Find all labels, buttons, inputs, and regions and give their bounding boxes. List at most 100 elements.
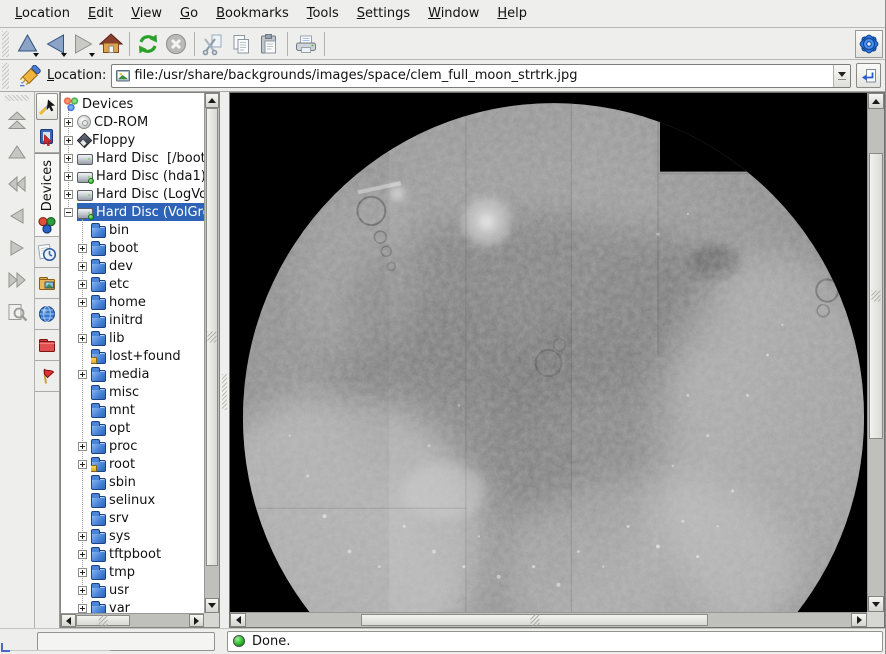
tab-bookmarks[interactable] xyxy=(35,122,59,153)
up-button[interactable] xyxy=(13,30,41,58)
tree-item-body[interactable]: etc xyxy=(91,275,204,293)
back-button[interactable] xyxy=(41,30,69,58)
tree-item-body[interactable]: boot xyxy=(91,239,204,257)
tree-expander[interactable] xyxy=(78,262,87,271)
image-vertical-scrollbar[interactable] xyxy=(867,93,884,612)
up-double-button[interactable] xyxy=(4,107,30,133)
tree-item-body[interactable]: tftpboot xyxy=(91,545,204,563)
toolbar-grip[interactable] xyxy=(2,31,9,57)
tree-expander[interactable] xyxy=(78,604,87,613)
scroll-right-button[interactable] xyxy=(189,614,204,627)
tree-item-body[interactable]: Hard Disc (LogVol0 xyxy=(77,185,204,203)
find-button[interactable] xyxy=(4,299,30,325)
up-nav-button[interactable] xyxy=(4,139,30,165)
tree-expander[interactable] xyxy=(64,190,73,199)
stop-button[interactable] xyxy=(162,30,190,58)
tree-expander[interactable] xyxy=(78,298,87,307)
print-button[interactable] xyxy=(292,30,320,58)
tab-network[interactable] xyxy=(35,299,59,330)
tree-item-hard-disc-logvol0[interactable]: Hard Disc (LogVol0 xyxy=(61,185,204,203)
tree-item-body[interactable]: bin xyxy=(91,221,204,239)
tree-item-body[interactable]: dev xyxy=(91,257,204,275)
tree-expander[interactable] xyxy=(78,370,87,379)
cut-button[interactable] xyxy=(199,30,227,58)
tree-item-body[interactable]: lib xyxy=(91,329,204,347)
tree-item-body[interactable]: media xyxy=(91,365,204,383)
copy-button[interactable] xyxy=(227,30,255,58)
tree-item-body[interactable]: opt xyxy=(91,419,204,437)
tree-expander[interactable] xyxy=(78,532,87,541)
tab-services[interactable] xyxy=(35,361,59,392)
tree-expander[interactable] xyxy=(78,460,87,469)
tree-item-body[interactable]: selinux xyxy=(91,491,204,509)
tree-vertical-scrollbar[interactable] xyxy=(204,93,219,613)
tree-item-body[interactable]: CD-ROM xyxy=(77,113,204,131)
tab-devices[interactable]: Devices xyxy=(35,153,59,237)
sidebar-configure-button[interactable] xyxy=(36,93,58,120)
menu-view[interactable]: View xyxy=(122,1,171,26)
menu-bookmarks[interactable]: Bookmarks xyxy=(207,1,298,26)
tree-expander[interactable] xyxy=(64,172,73,181)
scroll-right-button[interactable] xyxy=(851,613,867,627)
back-nav-button[interactable] xyxy=(4,203,30,229)
tree-item-body[interactable]: Hard Disc [/boot] xyxy=(77,149,204,167)
tab-home-folder[interactable] xyxy=(35,268,59,299)
panel-splitter[interactable] xyxy=(220,92,229,628)
tree-item-body[interactable]: tmp xyxy=(91,563,204,581)
tree-item-hard-disc-volgrou[interactable]: Hard Disc (VolGrou xyxy=(61,203,204,221)
scrollbar-thumb[interactable] xyxy=(206,108,218,566)
tree-item-body[interactable]: root xyxy=(91,455,204,473)
scroll-up-button[interactable] xyxy=(205,93,219,108)
tree-item-hard-disc-hda1[interactable]: Hard Disc (hda1) [/ xyxy=(61,167,204,185)
scroll-down-button[interactable] xyxy=(868,596,884,612)
tree-item-body[interactable]: srv xyxy=(91,509,204,527)
tree-item-body[interactable]: Hard Disc (hda1) [/ xyxy=(77,167,204,185)
tree-item-body[interactable]: Floppy xyxy=(77,131,204,149)
tree-expander[interactable] xyxy=(78,586,87,595)
clear-location-button[interactable] xyxy=(18,62,42,90)
forward-button[interactable] xyxy=(69,30,97,58)
scroll-left-button[interactable] xyxy=(61,614,76,627)
tree-item-floppy[interactable]: Floppy xyxy=(61,131,204,149)
menu-settings[interactable]: Settings xyxy=(348,1,419,26)
menu-location[interactable]: Location xyxy=(6,1,79,26)
tree-item-body[interactable]: var xyxy=(91,599,204,613)
menu-edit[interactable]: Edit xyxy=(79,1,122,26)
forward-double-button[interactable] xyxy=(4,267,30,293)
tree-item-body[interactable]: initrd xyxy=(91,311,204,329)
tree-item-body[interactable]: usr xyxy=(91,581,204,599)
tree-item-devices[interactable]: Devices xyxy=(61,95,204,113)
tree-item-body[interactable]: Devices xyxy=(63,95,204,113)
forward-nav-button[interactable] xyxy=(4,235,30,261)
tree-item-body[interactable]: home xyxy=(91,293,204,311)
tree-expander[interactable] xyxy=(78,280,87,289)
scroll-down-button[interactable] xyxy=(205,598,219,613)
tree-item-body[interactable]: Hard Disc (VolGrou xyxy=(77,203,204,221)
tree-item-body[interactable]: sys xyxy=(91,527,204,545)
tree-item-hard-disc-boot[interactable]: Hard Disc [/boot] xyxy=(61,149,204,167)
scrollbar-thumb[interactable] xyxy=(361,614,708,626)
tree-expander[interactable] xyxy=(64,208,73,217)
tree-expander[interactable] xyxy=(64,154,73,163)
tree-horizontal-scrollbar[interactable] xyxy=(61,613,204,627)
tree-expander[interactable] xyxy=(64,118,73,127)
scroll-up-button[interactable] xyxy=(868,93,884,109)
toolbar-grip[interactable] xyxy=(5,95,29,101)
toolbar-grip[interactable] xyxy=(2,63,9,89)
tree-item-body[interactable]: sbin xyxy=(91,473,204,491)
image-horizontal-scrollbar[interactable] xyxy=(230,612,867,627)
scrollbar-thumb[interactable] xyxy=(76,615,130,626)
tree-expander[interactable] xyxy=(78,334,87,343)
tree-expander[interactable] xyxy=(78,244,87,253)
menu-go[interactable]: Go xyxy=(171,1,207,26)
location-input[interactable]: file:/usr/share/backgrounds/images/space… xyxy=(111,64,851,88)
tree-expander[interactable] xyxy=(78,568,87,577)
tree-item-body[interactable]: proc xyxy=(91,437,204,455)
home-button[interactable] xyxy=(97,30,125,58)
reload-button[interactable] xyxy=(134,30,162,58)
tree-expander[interactable] xyxy=(78,442,87,451)
tree-expander[interactable] xyxy=(64,136,73,145)
scrollbar-thumb[interactable] xyxy=(869,153,883,439)
tree-item-body[interactable]: lost+found xyxy=(91,347,204,365)
menu-help[interactable]: Help xyxy=(488,1,536,26)
